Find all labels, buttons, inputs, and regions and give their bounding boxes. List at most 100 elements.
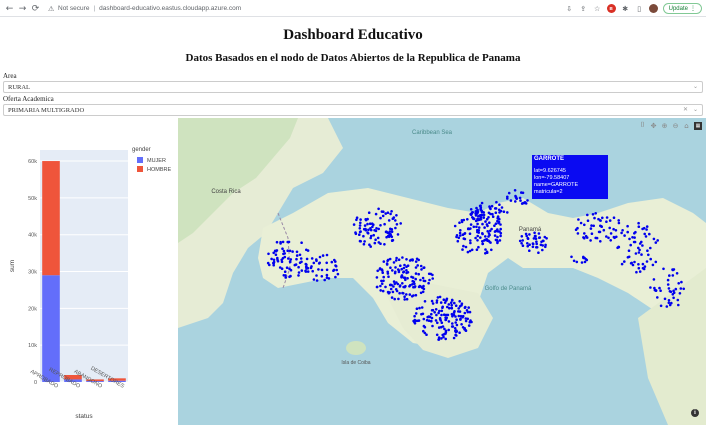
school-point[interactable] — [656, 296, 659, 299]
school-point[interactable] — [399, 222, 402, 225]
school-point[interactable] — [671, 293, 675, 296]
school-point[interactable] — [442, 335, 445, 339]
school-point[interactable] — [438, 316, 442, 320]
chevron-down-icon[interactable]: ⌄ — [693, 83, 698, 90]
school-point[interactable] — [379, 224, 382, 227]
school-point[interactable] — [544, 245, 547, 249]
school-point[interactable] — [637, 225, 641, 228]
school-point[interactable] — [306, 266, 310, 270]
school-point[interactable] — [457, 307, 461, 310]
school-point[interactable] — [431, 302, 435, 305]
school-point[interactable] — [479, 218, 483, 221]
school-point[interactable] — [295, 250, 299, 254]
school-point[interactable] — [300, 269, 304, 272]
school-point[interactable] — [589, 227, 593, 230]
school-point[interactable] — [513, 189, 517, 192]
school-point[interactable] — [535, 242, 538, 246]
school-point[interactable] — [272, 258, 276, 262]
school-point[interactable] — [523, 201, 527, 205]
extension-icon[interactable]: B — [606, 4, 616, 13]
school-point[interactable] — [585, 258, 589, 262]
school-point[interactable] — [526, 237, 530, 240]
school-point[interactable] — [668, 274, 671, 277]
school-point[interactable] — [359, 221, 362, 225]
school-point[interactable] — [417, 272, 420, 276]
school-point[interactable] — [318, 261, 321, 265]
school-point[interactable] — [469, 239, 472, 242]
school-point[interactable] — [526, 242, 529, 245]
school-point[interactable] — [382, 260, 386, 263]
school-point[interactable] — [477, 231, 481, 234]
school-point[interactable] — [463, 327, 467, 330]
school-point[interactable] — [451, 315, 454, 318]
school-point[interactable] — [627, 249, 631, 252]
school-point[interactable] — [480, 213, 484, 217]
school-point[interactable] — [481, 240, 484, 243]
school-point[interactable] — [484, 220, 487, 223]
school-point[interactable] — [601, 216, 604, 220]
school-point[interactable] — [482, 216, 486, 219]
school-point[interactable] — [405, 269, 408, 272]
school-point[interactable] — [374, 212, 378, 216]
school-point[interactable] — [583, 260, 587, 264]
school-point[interactable] — [434, 319, 438, 322]
school-point[interactable] — [381, 214, 385, 218]
school-point[interactable] — [463, 306, 467, 309]
school-point[interactable] — [325, 273, 329, 277]
school-point[interactable] — [484, 248, 487, 251]
school-point[interactable] — [464, 319, 468, 323]
school-point[interactable] — [439, 301, 443, 304]
school-point[interactable] — [385, 235, 388, 239]
school-point[interactable] — [401, 282, 404, 285]
school-point[interactable] — [483, 226, 486, 229]
school-point[interactable] — [487, 211, 491, 215]
school-point[interactable] — [467, 306, 471, 309]
school-point[interactable] — [420, 312, 423, 316]
school-point[interactable] — [476, 222, 479, 226]
school-point[interactable] — [397, 258, 401, 261]
school-point[interactable] — [642, 226, 646, 230]
school-point[interactable] — [377, 227, 380, 231]
school-point[interactable] — [421, 276, 425, 280]
school-point[interactable] — [383, 243, 386, 246]
school-point[interactable] — [572, 259, 576, 263]
school-point[interactable] — [519, 199, 522, 202]
school-point[interactable] — [591, 213, 595, 216]
school-point[interactable] — [384, 212, 387, 215]
school-point[interactable] — [374, 238, 377, 241]
school-point[interactable] — [605, 216, 609, 219]
school-point[interactable] — [411, 279, 414, 283]
school-point[interactable] — [627, 255, 631, 259]
school-point[interactable] — [485, 251, 489, 254]
school-point[interactable] — [281, 247, 284, 250]
school-point[interactable] — [649, 257, 652, 261]
info-icon[interactable]: i — [691, 409, 699, 417]
school-point[interactable] — [334, 264, 337, 267]
school-point[interactable] — [583, 232, 586, 235]
school-point[interactable] — [667, 301, 671, 305]
school-point[interactable] — [400, 267, 403, 271]
school-point[interactable] — [423, 279, 427, 283]
school-point[interactable] — [621, 229, 624, 232]
school-point[interactable] — [640, 253, 643, 256]
school-point[interactable] — [386, 270, 389, 274]
school-point[interactable] — [453, 224, 457, 228]
school-point[interactable] — [528, 243, 531, 246]
school-point[interactable] — [312, 278, 316, 281]
school-point[interactable] — [583, 223, 586, 227]
school-point[interactable] — [376, 236, 380, 240]
school-point[interactable] — [446, 305, 449, 309]
school-point[interactable] — [609, 232, 613, 235]
school-point[interactable] — [358, 233, 361, 236]
school-point[interactable] — [461, 314, 465, 318]
school-point[interactable] — [449, 301, 453, 304]
school-point[interactable] — [484, 235, 487, 238]
school-point[interactable] — [458, 300, 462, 303]
school-point[interactable] — [476, 217, 479, 221]
school-point[interactable] — [460, 304, 463, 307]
school-point[interactable] — [609, 239, 612, 242]
school-point[interactable] — [305, 248, 308, 252]
school-point[interactable] — [666, 283, 670, 286]
school-point[interactable] — [641, 244, 644, 247]
school-point[interactable] — [475, 248, 479, 251]
